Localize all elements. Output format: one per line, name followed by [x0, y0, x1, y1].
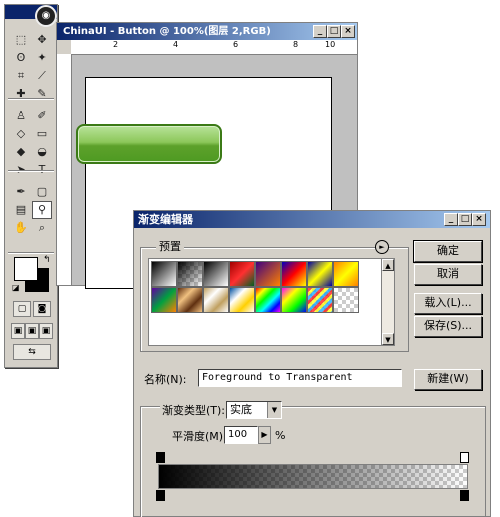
presets-scrollbar[interactable]: ▲ ▼	[381, 258, 395, 346]
presets-menu-icon[interactable]: ►	[375, 240, 389, 254]
gradient-name-input[interactable]: Foreground to Transparent	[198, 369, 402, 387]
preset-chrome[interactable]	[229, 287, 255, 313]
screen-mode-standard-icon[interactable]: ▣	[11, 323, 25, 339]
default-colors-icon[interactable]: ◪	[12, 283, 20, 292]
close-button[interactable]: ×	[472, 213, 486, 226]
smoothness-input[interactable]: 100	[224, 426, 258, 444]
gradient-bar[interactable]	[158, 464, 468, 489]
maximize-button[interactable]: □	[458, 213, 472, 226]
ruler-label: 6	[233, 40, 239, 49]
gradient-type-select[interactable]: 实底 ▼	[226, 401, 282, 419]
hand-tool-icon[interactable]: ✋	[11, 219, 31, 237]
preset-violet-green-orange[interactable]	[151, 287, 177, 313]
gradient-editor-title: 渐变编辑器	[138, 213, 193, 226]
blur-tool-icon[interactable]: ◆	[11, 143, 31, 161]
smoothness-label: 平滑度(M):	[172, 430, 227, 443]
marquee-tool-icon[interactable]: ⬚	[11, 31, 31, 49]
toolbox-panel: ◉ ⬚ ✥ ʘ ✦ ⌗ ⟋ ✚ ✎ ♙ ✐ ◇ ▭ ◆ ◒ ➤ T ✒ ▢ ▤ ⚲ ✋ ⌕ ↰ ◪ ▢ ◙ ▣ ▣ ▣ ⇆	[4, 4, 58, 368]
color-stop-left[interactable]	[156, 490, 165, 501]
load-button[interactable]: 载入(L)...	[414, 293, 482, 314]
gradient-tool-icon[interactable]: ▭	[32, 125, 52, 143]
maximize-button[interactable]: □	[327, 25, 341, 38]
smoothness-unit: %	[275, 429, 286, 442]
ok-button[interactable]: 确定	[413, 240, 483, 263]
opacity-stop-right[interactable]	[460, 452, 469, 463]
save-button[interactable]: 保存(S)...	[414, 316, 482, 337]
toolbox-divider	[8, 252, 54, 254]
preset-blue-red-yellow[interactable]	[281, 261, 307, 287]
preset-blue-yellow-blue[interactable]	[307, 261, 333, 287]
preset-red-green[interactable]	[229, 261, 255, 287]
magic-wand-tool-icon[interactable]: ✦	[32, 49, 52, 67]
close-button[interactable]: ×	[341, 25, 355, 38]
screen-mode-full-icon[interactable]: ▣	[39, 323, 53, 339]
document-titlebar[interactable]: ChinaUI - Button @ 100%(图层 2,RGB)	[57, 23, 357, 40]
horizontal-ruler[interactable]: 2 4 6 8 10	[71, 40, 357, 55]
screen-mode-full-menu-icon[interactable]: ▣	[25, 323, 39, 339]
notes-tool-icon[interactable]: ▤	[11, 201, 31, 219]
gradient-editor-dialog: 渐变编辑器 _ □ × 预置 ► ▲ ▼ 确定 取消 载入(L)... 保存(S…	[133, 210, 491, 517]
scroll-up-icon[interactable]: ▲	[382, 259, 394, 271]
swap-colors-icon[interactable]: ↰	[43, 255, 51, 265]
minimize-button[interactable]: _	[444, 213, 458, 226]
preset-copper[interactable]	[177, 287, 203, 313]
eyedropper-tool-icon[interactable]: ⚲	[32, 201, 52, 219]
gradient-type-group	[140, 406, 486, 517]
opacity-stop-left[interactable]	[156, 452, 165, 463]
presets-grid	[148, 258, 383, 346]
preset-transparent-rainbow[interactable]	[281, 287, 307, 313]
green-button-graphic	[76, 124, 222, 164]
chevron-down-icon[interactable]: ▼	[267, 402, 281, 418]
gradient-type-value: 实底	[230, 403, 252, 416]
preset-spectrum[interactable]	[255, 287, 281, 313]
toolbox-divider	[8, 98, 54, 100]
preset-black-white[interactable]	[203, 261, 229, 287]
presets-label: 预置	[156, 240, 184, 254]
quick-mask-mode-icon[interactable]: ◙	[33, 301, 51, 317]
cancel-button[interactable]: 取消	[414, 264, 482, 285]
ruler-label: 2	[113, 40, 119, 49]
gradient-type-label: 渐变类型(T):	[160, 404, 228, 418]
preset-violet-orange[interactable]	[255, 261, 281, 287]
name-label: 名称(N):	[144, 373, 187, 386]
eraser-tool-icon[interactable]: ◇	[11, 125, 31, 143]
preset-transparent-stripes[interactable]	[307, 287, 333, 313]
standard-mode-icon[interactable]: ▢	[13, 301, 31, 317]
gradient-editor-titlebar[interactable]: 渐变编辑器	[134, 211, 490, 228]
move-tool-icon[interactable]: ✥	[32, 31, 52, 49]
new-button[interactable]: 新建(W)	[414, 369, 482, 390]
preset-transparent-checker[interactable]	[333, 287, 359, 313]
zoom-tool-icon[interactable]: ⌕	[32, 219, 52, 237]
preset-orange-yellow[interactable]	[333, 261, 359, 287]
foreground-color-swatch[interactable]	[14, 257, 38, 281]
preset-foreground-to-background[interactable]	[151, 261, 177, 287]
lasso-tool-icon[interactable]: ʘ	[11, 49, 31, 67]
scroll-down-icon[interactable]: ▼	[382, 333, 394, 345]
history-brush-tool-icon[interactable]: ✐	[32, 107, 52, 125]
healing-brush-tool-icon[interactable]: ✚	[11, 85, 31, 103]
preset-foreground-to-transparent[interactable]	[177, 261, 203, 287]
adobe-eye-icon[interactable]: ◉	[35, 5, 57, 27]
jump-to-imageready-icon[interactable]: ⇆	[13, 344, 51, 360]
dodge-tool-icon[interactable]: ◒	[32, 143, 52, 161]
pen-tool-icon[interactable]: ✒	[11, 183, 31, 201]
document-title: ChinaUI - Button @ 100%(图层 2,RGB)	[63, 26, 271, 37]
crop-tool-icon[interactable]: ⌗	[11, 67, 31, 85]
slice-tool-icon[interactable]: ⟋	[32, 67, 52, 85]
ruler-label: 10	[325, 40, 336, 49]
ruler-label: 4	[173, 40, 179, 49]
vertical-ruler[interactable]	[57, 54, 72, 285]
clone-stamp-tool-icon[interactable]: ♙	[11, 107, 31, 125]
minimize-button[interactable]: _	[313, 25, 327, 38]
color-stop-right[interactable]	[460, 490, 469, 501]
smoothness-slider-icon[interactable]: ▶	[258, 426, 271, 444]
brush-tool-icon[interactable]: ✎	[32, 85, 52, 103]
toolbox-divider	[8, 170, 54, 172]
ruler-label: 8	[293, 40, 299, 49]
preset-chrome-gold[interactable]	[203, 287, 229, 313]
shape-tool-icon[interactable]: ▢	[32, 183, 52, 201]
